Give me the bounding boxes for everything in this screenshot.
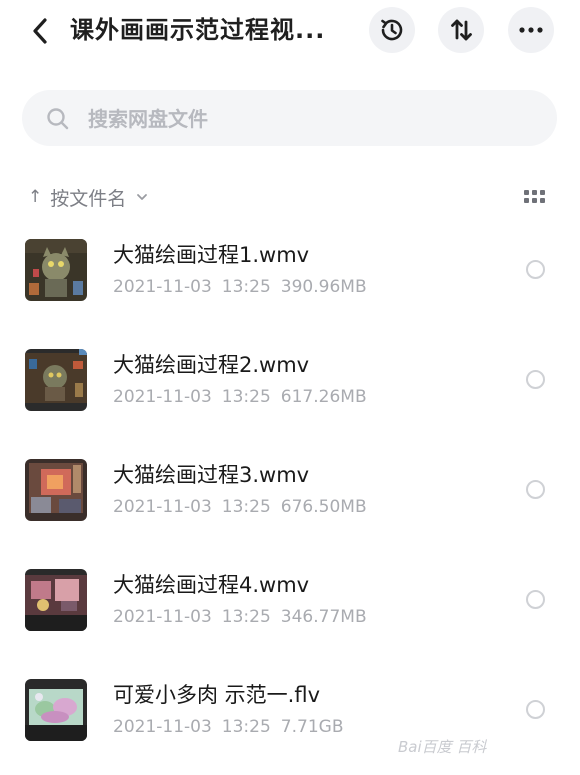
search-bar[interactable] — [22, 90, 557, 146]
file-list: 大猫绘画过程1.wmv 2021-11-03 13:25 390.96MB 大猫绘画… — [0, 225, 580, 775]
video-thumbnail — [25, 679, 87, 741]
file-time: 13:25 — [221, 607, 271, 627]
select-checkbox[interactable] — [526, 700, 545, 719]
file-row[interactable]: 大猫绘画过程2.wmv 2021-11-03 13:25 617.26MB — [0, 335, 580, 445]
file-name: 大猫绘画过程4.wmv — [113, 573, 310, 597]
sort-direction-arrow-icon: ↑ — [28, 187, 43, 207]
file-name: 可爱小多肉 示范一.flv — [113, 683, 321, 707]
file-time: 13:25 — [221, 497, 271, 517]
grid-view-icon[interactable] — [524, 190, 546, 206]
file-size: 676.50MB — [280, 497, 367, 517]
file-meta: 2021-11-03 13:25 676.50MB — [113, 497, 377, 517]
more-horizontal-icon — [519, 27, 543, 33]
file-time: 13:25 — [221, 387, 271, 407]
file-date: 2021-11-03 — [113, 497, 212, 517]
video-thumbnail — [25, 459, 87, 521]
video-thumbnail — [25, 239, 87, 301]
file-meta: 2021-11-03 13:25 390.96MB — [113, 277, 377, 297]
page-title: 课外画画示范过程视... — [70, 16, 326, 44]
file-date: 2021-11-03 — [113, 717, 212, 737]
file-size: 617.26MB — [280, 387, 367, 407]
file-size: 7.71GB — [280, 717, 344, 737]
file-date: 2021-11-03 — [113, 387, 212, 407]
file-meta: 2021-11-03 13:25 7.71GB — [113, 717, 353, 737]
chevron-down-icon — [137, 194, 148, 200]
sort-label: 按文件名 — [50, 187, 127, 210]
sort-arrows-icon — [451, 19, 472, 41]
file-row[interactable]: 大猫绘画过程1.wmv 2021-11-03 13:25 390.96MB — [0, 225, 580, 335]
select-checkbox[interactable] — [526, 590, 545, 609]
file-row[interactable]: 大猫绘画过程3.wmv 2021-11-03 13:25 676.50MB — [0, 445, 580, 555]
file-size: 390.96MB — [280, 277, 367, 297]
history-icon — [381, 19, 403, 41]
file-row[interactable]: 可爱小多肉 示范一.flv 2021-11-03 13:25 7.71GB — [0, 665, 580, 775]
back-button[interactable] — [24, 14, 56, 48]
watermark: Bai百度 百科 — [398, 738, 487, 756]
video-thumbnail — [25, 349, 87, 411]
chevron-left-icon — [33, 18, 47, 44]
file-size: 346.77MB — [280, 607, 367, 627]
file-time: 13:25 — [221, 717, 271, 737]
file-name: 大猫绘画过程1.wmv — [113, 243, 310, 267]
file-meta: 2021-11-03 13:25 346.77MB — [113, 607, 377, 627]
sort-selector[interactable]: ↑ 按文件名 — [28, 182, 148, 212]
file-meta: 2021-11-03 13:25 617.26MB — [113, 387, 377, 407]
search-input[interactable] — [86, 100, 530, 138]
file-row[interactable]: 大猫绘画过程4.wmv 2021-11-03 13:25 346.77MB — [0, 555, 580, 665]
history-button[interactable] — [369, 7, 415, 53]
select-checkbox[interactable] — [526, 260, 545, 279]
video-thumbnail — [25, 569, 87, 631]
file-time: 13:25 — [221, 277, 271, 297]
search-icon — [47, 108, 69, 130]
file-name: 大猫绘画过程2.wmv — [113, 353, 310, 377]
select-checkbox[interactable] — [526, 370, 545, 389]
select-checkbox[interactable] — [526, 480, 545, 499]
top-bar: 课外画画示范过程视... — [0, 0, 580, 62]
file-date: 2021-11-03 — [113, 277, 212, 297]
file-name: 大猫绘画过程3.wmv — [113, 463, 310, 487]
more-button[interactable] — [508, 7, 554, 53]
file-date: 2021-11-03 — [113, 607, 212, 627]
sort-button[interactable] — [438, 7, 484, 53]
